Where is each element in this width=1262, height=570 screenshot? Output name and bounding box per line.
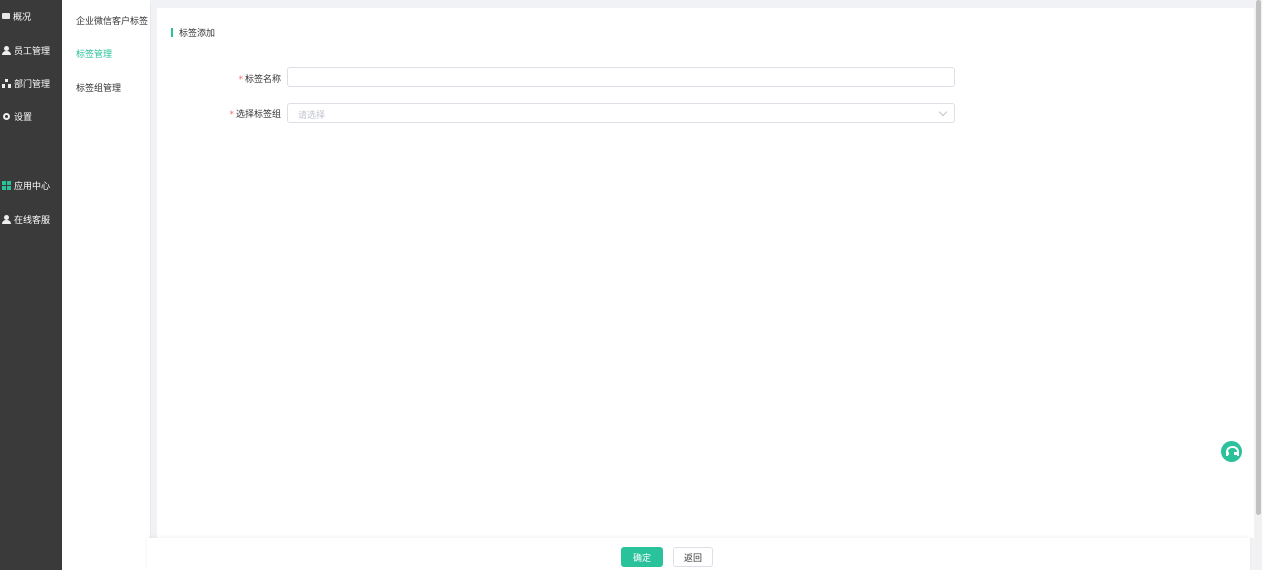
nav-item-online-support[interactable]: 在线客服 <box>0 210 62 228</box>
tag-group-label: * 选择标签组 <box>157 107 281 120</box>
overview-icon <box>2 13 10 19</box>
required-mark: * <box>238 75 243 85</box>
form-footer: 确定 返回 <box>147 538 1250 570</box>
tag-group-select[interactable]: 请选择 <box>287 103 955 123</box>
support-user-icon <box>2 214 11 224</box>
tag-group-placeholder: 请选择 <box>298 111 326 121</box>
submenu-item-tag-management[interactable]: 标签管理 <box>76 47 112 60</box>
headset-icon[interactable] <box>1221 441 1242 462</box>
nav-item-label: 部门管理 <box>14 79 51 90</box>
tag-group-label-text: 选择标签组 <box>235 110 281 120</box>
back-button[interactable]: 返回 <box>673 547 713 567</box>
section-title-text: 标签添加 <box>179 29 216 39</box>
submenu-title[interactable]: 企业微信客户标签 <box>76 14 148 27</box>
nav-item-settings[interactable]: 设置 <box>0 107 62 125</box>
tag-name-label: * 标签名称 <box>157 72 281 85</box>
nav-item-label: 概况 <box>13 12 32 23</box>
scrollbar-thumb[interactable] <box>1256 0 1261 515</box>
nav-item-label: 设置 <box>14 112 33 123</box>
tag-name-input[interactable] <box>287 67 955 87</box>
chevron-down-icon <box>938 107 948 117</box>
nav-item-label: 应用中心 <box>14 181 51 192</box>
submenu-item-tag-group-management[interactable]: 标签组管理 <box>76 81 121 94</box>
grid-icon <box>2 180 11 190</box>
org-icon <box>2 78 11 88</box>
nav-item-departments[interactable]: 部门管理 <box>0 74 62 92</box>
nav-item-overview[interactable]: 概况 <box>0 7 62 25</box>
nav-item-label: 员工管理 <box>14 46 51 57</box>
user-icon <box>2 45 11 55</box>
section-title: 标签添加 <box>171 26 215 39</box>
section-title-bar <box>171 28 173 37</box>
nav-item-label: 在线客服 <box>14 215 51 226</box>
required-mark: * <box>229 110 234 120</box>
confirm-button[interactable]: 确定 <box>621 547 663 567</box>
gear-icon <box>2 112 11 121</box>
nav-item-employees[interactable]: 员工管理 <box>0 41 62 59</box>
top-divider <box>150 0 1254 3</box>
sub-menu: 企业微信客户标签 标签管理 标签组管理 <box>62 0 151 570</box>
main-panel: 标签添加 * 标签名称 * 选择标签组 请选择 <box>157 8 1254 538</box>
nav-item-app-center[interactable]: 应用中心 <box>0 176 62 194</box>
tag-name-label-text: 标签名称 <box>244 75 281 85</box>
main-nav: 概况 员工管理 部门管理 设置 应用中心 在线客服 <box>0 0 62 570</box>
